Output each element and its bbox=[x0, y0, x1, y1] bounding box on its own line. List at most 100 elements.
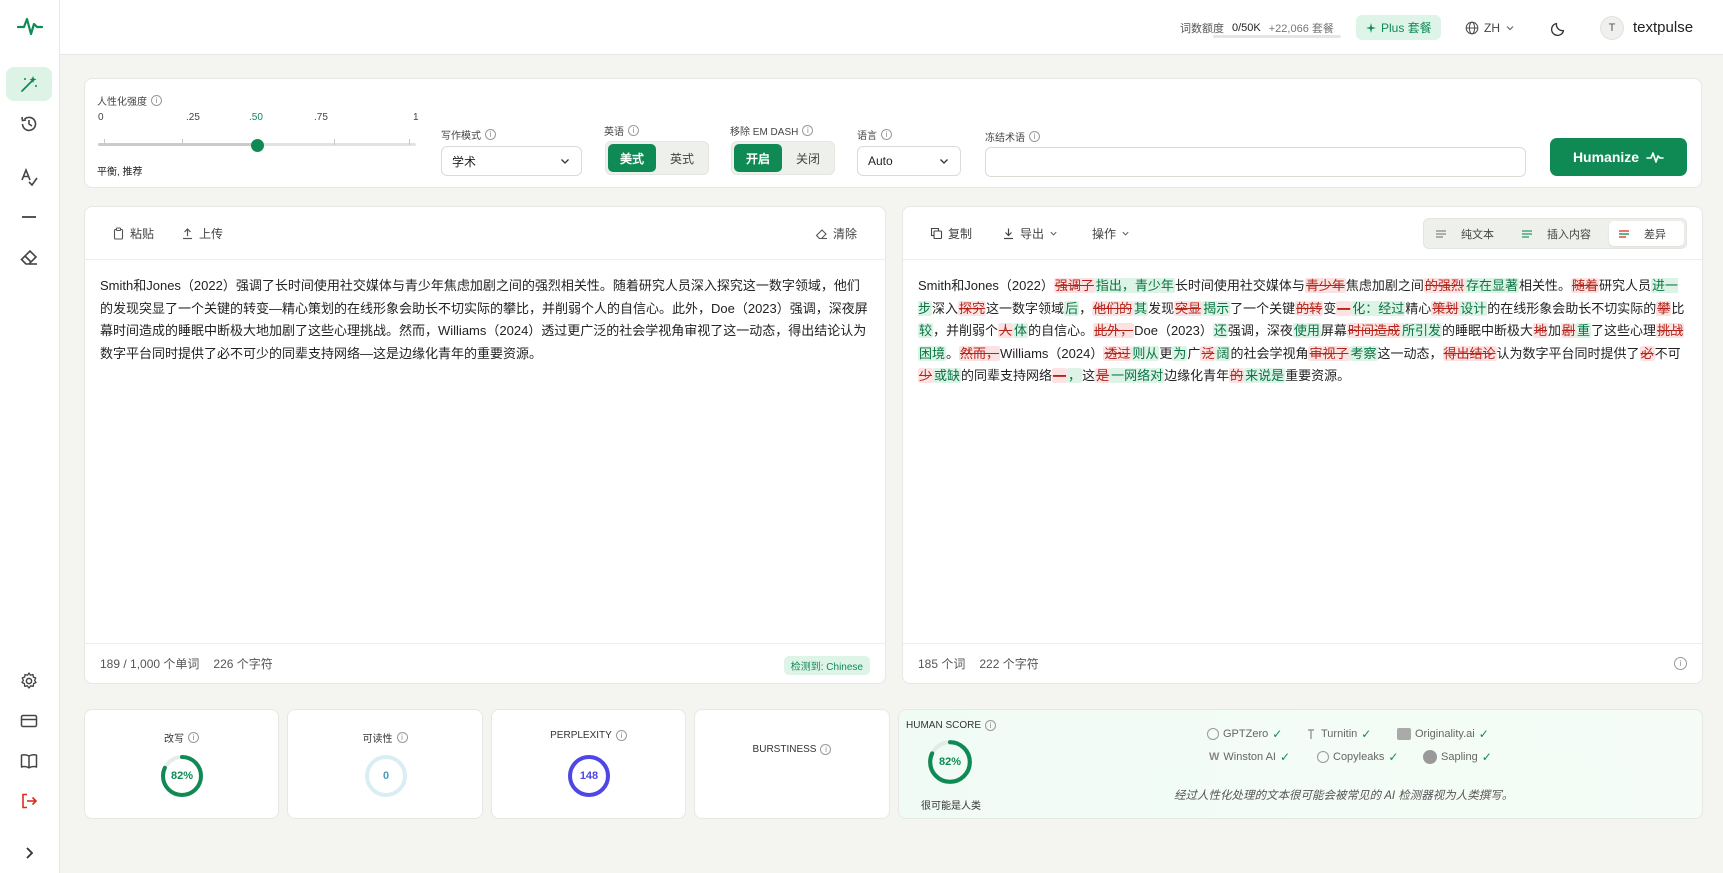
moon-icon bbox=[1551, 22, 1565, 36]
readability-value: 0 bbox=[382, 770, 390, 782]
check-icon: ✓ bbox=[1361, 727, 1372, 741]
diff-deleted: — bbox=[1336, 300, 1352, 316]
info-icon[interactable]: i bbox=[628, 125, 639, 136]
em-dash-option-off[interactable]: 关闭 bbox=[784, 144, 832, 172]
language-switcher[interactable]: ZH bbox=[1465, 0, 1515, 55]
plan-badge[interactable]: Plus 套餐 bbox=[1356, 15, 1441, 40]
slider-mark bbox=[182, 139, 183, 145]
diff-deleted: 审视了 bbox=[1308, 345, 1350, 361]
diff-unchanged: 的同辈支持网络 bbox=[961, 368, 1053, 383]
detector-winston: W Winston AI ✓ bbox=[1209, 750, 1291, 764]
input-textarea[interactable]: Smith和Jones（2022）强调了长时间使用社交媒体与青少年焦虑加剧之间的… bbox=[85, 261, 885, 630]
diff-unchanged: ， bbox=[1079, 300, 1093, 316]
human-score-note: 经过人性化处理的文本很可能会被常见的 AI 检测器视为人类撰写。 bbox=[1174, 790, 1514, 802]
sidebar-history-button[interactable] bbox=[6, 107, 52, 141]
em-dash-label: 移除 EM DASH i bbox=[730, 123, 814, 138]
copy-icon bbox=[930, 227, 943, 240]
strength-slider-thumb[interactable] bbox=[250, 139, 264, 152]
sidebar-expand-button[interactable] bbox=[6, 838, 52, 868]
info-icon[interactable]: i bbox=[396, 732, 408, 743]
input-panel-footer: 189 / 1,000 个单词 226 个字符 检测到: Chinese bbox=[85, 643, 885, 683]
info-icon[interactable]: i bbox=[188, 732, 199, 743]
sidebar-dash-button[interactable] bbox=[6, 200, 52, 234]
sidebar-humanize-button[interactable] bbox=[6, 67, 52, 101]
diff-unchanged: 的社会学视角 bbox=[1230, 345, 1309, 361]
strength-tick-75: .75 bbox=[314, 112, 328, 123]
minus-icon bbox=[22, 216, 36, 218]
diff-deleted: 此外， bbox=[1093, 323, 1135, 338]
rewrite-value: 82% bbox=[170, 770, 194, 782]
info-icon[interactable]: i bbox=[615, 730, 627, 741]
diff-deleted: 少 bbox=[918, 368, 934, 383]
upload-button[interactable]: 上传 bbox=[181, 225, 223, 242]
diff-unchanged: 发现 bbox=[1148, 300, 1175, 316]
english-option-uk[interactable]: 英式 bbox=[658, 144, 706, 172]
avatar: T bbox=[1600, 15, 1624, 40]
actions-button[interactable]: 操作 bbox=[1092, 225, 1130, 242]
diff-deleted: 突显 bbox=[1174, 300, 1203, 316]
diff-unchanged: 的睡眠中断极大 bbox=[1441, 323, 1533, 338]
eraser-icon bbox=[20, 249, 38, 265]
humanize-label: Humanize bbox=[1572, 149, 1640, 165]
clear-button[interactable]: 清除 bbox=[815, 225, 857, 242]
view-plain-tab[interactable]: 纯文本 bbox=[1426, 221, 1512, 246]
diff-inserted: 来说是 bbox=[1244, 368, 1286, 383]
copyleaks-icon bbox=[1317, 751, 1329, 763]
diff-unchanged: 这一数字领域 bbox=[986, 300, 1065, 316]
username: textpulse bbox=[1633, 19, 1694, 36]
detector-gptzero: GPTZero ✓ bbox=[1207, 727, 1282, 741]
diff-deleted: 透过 bbox=[1103, 345, 1132, 361]
info-icon[interactable]: i bbox=[485, 129, 496, 140]
sidebar-eraser-button[interactable] bbox=[6, 240, 52, 274]
language-select[interactable]: Auto bbox=[857, 146, 961, 176]
theme-toggle[interactable] bbox=[1551, 0, 1567, 55]
sidebar-logout-button[interactable] bbox=[6, 784, 52, 818]
diff-deleted: 地 bbox=[1532, 323, 1548, 338]
diff-inserted: 还 bbox=[1212, 323, 1228, 338]
diff-unchanged: 焦虑加剧之间 bbox=[1345, 278, 1424, 293]
diff-inserted: 一网络对 bbox=[1110, 368, 1165, 383]
copy-button[interactable]: 复制 bbox=[930, 225, 972, 242]
info-icon[interactable]: i bbox=[1029, 131, 1040, 142]
diff-inserted: ， bbox=[1067, 368, 1083, 383]
info-icon[interactable]: i bbox=[1674, 657, 1687, 670]
output-word-count: 185 个词 bbox=[918, 657, 966, 671]
detector-turnitin: Turnitin ✓ bbox=[1305, 727, 1371, 741]
diff-unchanged: 了这些心理 bbox=[1591, 323, 1657, 338]
user-menu[interactable]: T textpulse bbox=[1600, 0, 1693, 55]
diff-inserted: 或缺 bbox=[933, 368, 962, 383]
diff-icon bbox=[1619, 229, 1629, 238]
diff-inserted: 困境 bbox=[918, 345, 947, 361]
view-diff-tab[interactable]: 差异 bbox=[1609, 221, 1684, 246]
spellcheck-icon bbox=[21, 167, 38, 187]
info-icon[interactable]: i bbox=[985, 720, 997, 731]
english-option-us[interactable]: 美式 bbox=[608, 144, 657, 172]
perplexity-metric-card: PERPLEXITY i 148 bbox=[491, 709, 686, 819]
language-label: ZH bbox=[1484, 20, 1500, 35]
sidebar-grammar-button[interactable] bbox=[6, 160, 52, 194]
language-select-value: Auto bbox=[868, 154, 893, 168]
info-icon[interactable]: i bbox=[881, 129, 892, 140]
human-score-description: 很可能是人类 bbox=[921, 801, 981, 812]
info-icon[interactable]: i bbox=[151, 95, 162, 106]
info-icon[interactable]: i bbox=[820, 744, 832, 755]
view-mode-toggle: 纯文本 插入内容 差异 bbox=[1423, 218, 1687, 249]
sidebar-settings-button[interactable] bbox=[6, 664, 52, 698]
diff-deleted: 挑战 bbox=[1656, 323, 1685, 338]
diff-inserted: 使用 bbox=[1292, 323, 1321, 338]
perplexity-label: PERPLEXITY bbox=[550, 730, 612, 741]
info-icon[interactable]: i bbox=[802, 125, 814, 136]
sidebar-billing-button[interactable] bbox=[6, 704, 52, 738]
sidebar-docs-button[interactable] bbox=[6, 744, 52, 778]
writing-mode-select[interactable]: 学术 bbox=[441, 146, 582, 176]
check-icon: ✓ bbox=[1272, 727, 1283, 741]
humanize-button[interactable]: Humanize bbox=[1550, 138, 1687, 176]
paste-button[interactable]: 粘贴 bbox=[112, 225, 154, 242]
diff-inserted: 所引发 bbox=[1400, 323, 1442, 338]
em-dash-option-on[interactable]: 开启 bbox=[734, 144, 783, 172]
freeze-terms-input[interactable] bbox=[985, 147, 1526, 177]
strength-tick-25: .25 bbox=[186, 112, 200, 123]
export-button[interactable]: 导出 bbox=[1002, 225, 1058, 242]
view-insert-tab[interactable]: 插入内容 bbox=[1512, 221, 1609, 246]
quota-value: 0/50K bbox=[1232, 21, 1261, 34]
